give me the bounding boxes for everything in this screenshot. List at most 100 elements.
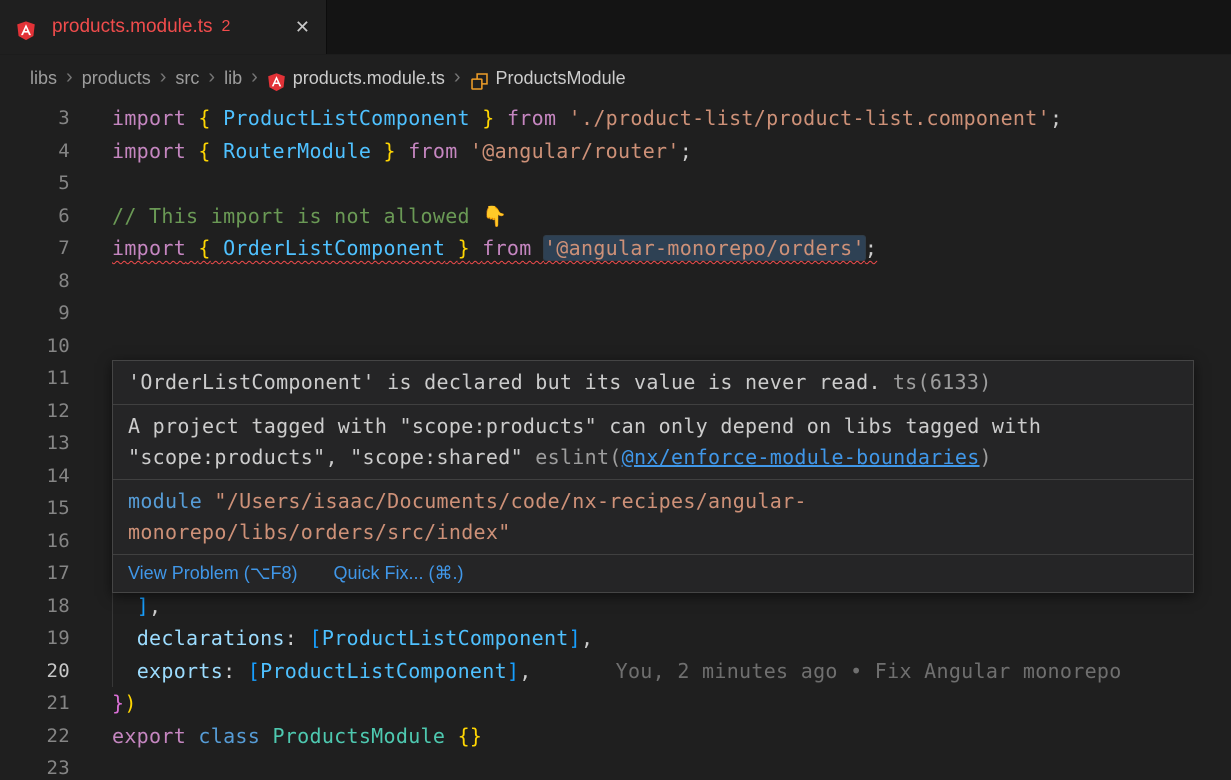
code-token bbox=[458, 139, 470, 163]
code-token: , bbox=[581, 626, 593, 650]
code-content: ], bbox=[70, 590, 1231, 623]
code-line-20[interactable]: 20 exports: [ProductListComponent],You, … bbox=[0, 655, 1231, 688]
code-line-23[interactable]: 23 bbox=[0, 752, 1231, 780]
chevron-right-icon: › bbox=[251, 66, 258, 89]
line-number[interactable]: 4 bbox=[0, 135, 70, 168]
code-line-19[interactable]: 19 declarations: [ProductListComponent], bbox=[0, 622, 1231, 655]
code-token: './product-list/product-list.component' bbox=[569, 106, 1050, 130]
code-token: ] bbox=[507, 659, 519, 683]
code-token bbox=[186, 106, 198, 130]
line-number[interactable]: 16 bbox=[0, 525, 70, 558]
code-line-22[interactable]: 22export class ProductsModule {} bbox=[0, 720, 1231, 753]
close-icon[interactable]: ✕ bbox=[295, 18, 310, 36]
line-number[interactable]: 7 bbox=[0, 232, 70, 265]
code-token: OrderListComponent bbox=[223, 236, 445, 260]
line-number[interactable]: 22 bbox=[0, 720, 70, 753]
line-number[interactable]: 14 bbox=[0, 460, 70, 493]
code-token bbox=[112, 626, 137, 650]
tab-filename: products.module.ts bbox=[52, 16, 213, 38]
line-number[interactable]: 20 bbox=[0, 655, 70, 688]
breadcrumb-item-products[interactable]: products bbox=[82, 68, 151, 89]
code-token: import bbox=[112, 236, 186, 260]
code-line-8[interactable]: 8 bbox=[0, 265, 1231, 298]
code-content: declarations: [ProductListComponent], bbox=[70, 622, 1231, 655]
code-line-4[interactable]: 4import { RouterModule } from '@angular/… bbox=[0, 135, 1231, 168]
line-number[interactable]: 11 bbox=[0, 362, 70, 395]
code-token bbox=[470, 106, 482, 130]
code-line-7[interactable]: 7import { OrderListComponent } from '@an… bbox=[0, 232, 1231, 265]
code-line-21[interactable]: 21}) bbox=[0, 687, 1231, 720]
code-line-10[interactable]: 10 bbox=[0, 330, 1231, 363]
code-token bbox=[186, 724, 198, 748]
line-number[interactable]: 17 bbox=[0, 557, 70, 590]
code-token: ; bbox=[680, 139, 692, 163]
code-token: 👇 bbox=[482, 204, 507, 228]
line-number[interactable]: 5 bbox=[0, 167, 70, 200]
code-token bbox=[186, 139, 198, 163]
code-content: export class ProductsModule {} bbox=[70, 720, 1231, 753]
line-number[interactable]: 15 bbox=[0, 492, 70, 525]
breadcrumb-item-libs[interactable]: libs bbox=[30, 68, 57, 89]
code-line-9[interactable]: 9 bbox=[0, 297, 1231, 330]
code-content: }) bbox=[70, 687, 1231, 720]
code-token bbox=[470, 236, 482, 260]
error-hover-tooltip: 'OrderListComponent' is declared but its… bbox=[112, 360, 1194, 593]
quick-fix-action[interactable]: Quick Fix... (⌘.) bbox=[333, 563, 463, 584]
code-token bbox=[445, 724, 457, 748]
breadcrumb-item-file[interactable]: products.module.ts bbox=[293, 68, 445, 89]
hover-message-module: module "/Users/isaac/Documents/code/nx-r… bbox=[113, 480, 1193, 555]
code-token: ; bbox=[865, 236, 877, 260]
indent-guide bbox=[112, 622, 113, 655]
line-number[interactable]: 21 bbox=[0, 687, 70, 720]
code-line-6[interactable]: 6// This import is not allowed 👇 bbox=[0, 200, 1231, 233]
code-token: ] bbox=[569, 626, 581, 650]
code-token bbox=[186, 236, 198, 260]
code-line-3[interactable]: 3import { ProductListComponent } from '.… bbox=[0, 102, 1231, 135]
hover-module-keyword: module bbox=[128, 489, 202, 513]
hover-ts-message: 'OrderListComponent' is declared but its… bbox=[128, 370, 881, 394]
code-token: ProductListComponent bbox=[322, 626, 569, 650]
line-number[interactable]: 3 bbox=[0, 102, 70, 135]
code-token bbox=[495, 106, 507, 130]
code-token: } bbox=[112, 691, 124, 715]
code-line-18[interactable]: 18 ], bbox=[0, 590, 1231, 623]
line-number[interactable]: 8 bbox=[0, 265, 70, 298]
line-number[interactable]: 18 bbox=[0, 590, 70, 623]
line-number[interactable]: 13 bbox=[0, 427, 70, 460]
breadcrumb-item-lib[interactable]: lib bbox=[224, 68, 242, 89]
code-token: , bbox=[519, 659, 531, 683]
line-number[interactable]: 12 bbox=[0, 395, 70, 428]
code-token: ProductListComponent bbox=[223, 106, 470, 130]
code-token: } bbox=[482, 106, 494, 130]
line-number[interactable]: 19 bbox=[0, 622, 70, 655]
code-content: // This import is not allowed 👇 bbox=[70, 200, 1231, 233]
view-problem-action[interactable]: View Problem (⌥F8) bbox=[128, 563, 297, 584]
breadcrumb-item-symbol[interactable]: ProductsModule bbox=[496, 68, 626, 89]
vscode-window: products.module.ts 2 ✕ libs › products ›… bbox=[0, 0, 1231, 780]
code-token: class bbox=[198, 724, 260, 748]
code-content bbox=[70, 265, 1231, 298]
code-token bbox=[211, 236, 223, 260]
code-content bbox=[70, 297, 1231, 330]
code-token: : bbox=[285, 626, 310, 650]
breadcrumb: libs › products › src › lib › products.m… bbox=[0, 55, 1231, 102]
code-token: ProductsModule bbox=[272, 724, 445, 748]
code-token: // This import is not allowed bbox=[112, 204, 482, 228]
code-token: from bbox=[408, 139, 457, 163]
eslint-rule-link[interactable]: @nx/enforce-module-boundaries bbox=[622, 445, 980, 469]
code-token: exports bbox=[137, 659, 223, 683]
code-token: '@angular-monorepo/orders' bbox=[544, 236, 865, 260]
code-token: : bbox=[223, 659, 248, 683]
editor-tab[interactable]: products.module.ts 2 ✕ bbox=[0, 0, 327, 54]
line-number[interactable]: 9 bbox=[0, 297, 70, 330]
line-number[interactable]: 23 bbox=[0, 752, 70, 780]
code-token: { bbox=[198, 106, 210, 130]
breadcrumb-item-src[interactable]: src bbox=[175, 68, 199, 89]
line-number[interactable]: 10 bbox=[0, 330, 70, 363]
indent-guide bbox=[112, 590, 113, 623]
code-token: ) bbox=[124, 691, 136, 715]
code-content: import { OrderListComponent } from '@ang… bbox=[70, 232, 1231, 265]
code-line-5[interactable]: 5 bbox=[0, 167, 1231, 200]
line-number[interactable]: 6 bbox=[0, 200, 70, 233]
code-content bbox=[70, 752, 1231, 780]
